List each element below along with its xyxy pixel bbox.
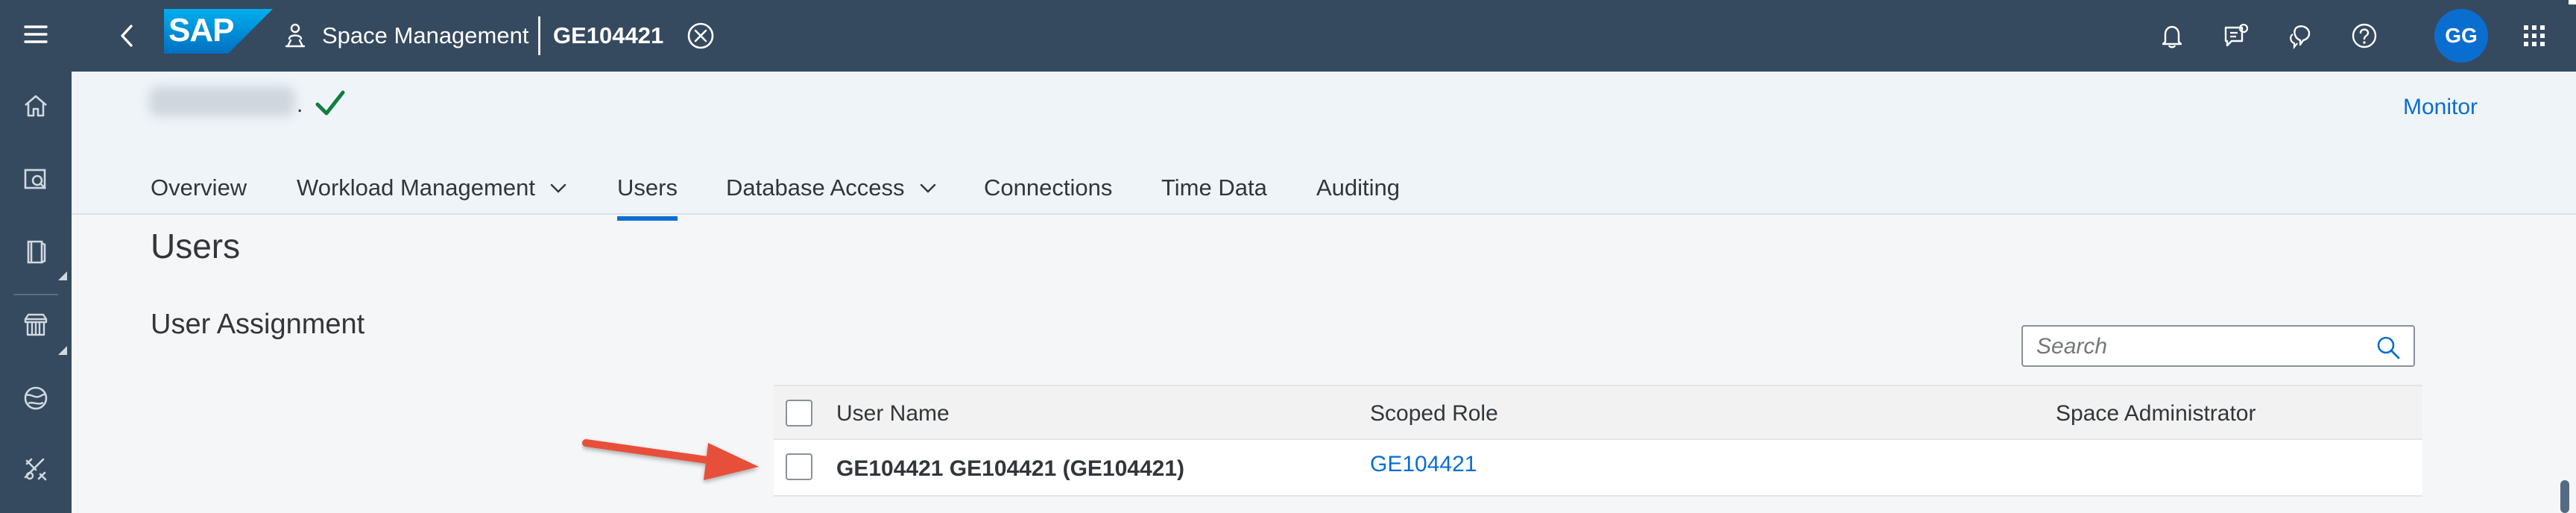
connections-icon (24, 386, 48, 410)
cell-user-name: GE104421 GE104421 (GE104421) (836, 456, 1185, 481)
nav-connections[interactable] (0, 370, 72, 427)
chat-button[interactable] (2282, 18, 2318, 54)
nav-admin-tools[interactable] (0, 441, 72, 498)
tab-overview-label: Overview (151, 174, 247, 201)
chevron-left-icon (121, 25, 133, 47)
help-button[interactable] (2346, 18, 2382, 54)
menu-toggle-button[interactable] (0, 6, 72, 63)
hamburger-icon (24, 25, 48, 43)
tab-database-access-label: Database Access (726, 174, 905, 201)
column-header-scoped-role[interactable]: Scoped Role (1370, 400, 1498, 428)
back-button[interactable] (109, 18, 145, 54)
marketplace-icon (24, 313, 48, 336)
column-header-space-administrator[interactable]: Space Administrator (2056, 400, 2255, 428)
monitor-button[interactable]: Monitor (2403, 92, 2478, 122)
annotation-arrow-icon (582, 439, 759, 480)
search-field[interactable] (2021, 325, 2415, 367)
table-header: User Name Scoped Role Space Administrato… (774, 385, 2422, 440)
expand-corner-indicator-2 (58, 346, 67, 355)
search-icon[interactable] (2375, 334, 2402, 361)
nav-marketplace[interactable] (0, 297, 72, 353)
space-title: GE104421 (553, 22, 664, 48)
rail-divider (13, 294, 58, 295)
app-title: Space Management (322, 22, 529, 48)
chevron-down-icon (920, 183, 935, 193)
tab-connections-label: Connections (984, 174, 1113, 201)
section-title: User Assignment (151, 309, 365, 340)
space-name-redacted (149, 86, 295, 116)
side-navigation (0, 0, 72, 513)
grid-icon (2524, 25, 2545, 46)
user-assignment-table: User Name Scoped Role Space Administrato… (774, 385, 2422, 497)
tab-workload-management-label: Workload Management (297, 174, 535, 201)
expand-corner-indicator (58, 271, 67, 280)
feedback-icon (2224, 23, 2249, 47)
close-space-icon[interactable] (686, 21, 716, 51)
window-corner-marker (2569, 0, 2576, 4)
chat-icon (2290, 25, 2311, 50)
page-scrollbar[interactable] (2560, 480, 2569, 513)
sap-logo-text: SAP (168, 12, 234, 48)
shell-bar: SAP Space Management GE104421 GG (72, 0, 2576, 72)
product-switch-button[interactable] (2516, 18, 2552, 54)
object-header: . Monitor Overview Workload Management U… (72, 72, 2576, 221)
home-icon (25, 95, 47, 117)
notifications-button[interactable] (2154, 18, 2190, 54)
nav-data-builder[interactable] (0, 151, 72, 207)
column-header-user-name[interactable]: User Name (836, 400, 950, 428)
table-row[interactable]: GE104421 GE104421 (GE104421) GE104421 (774, 440, 2422, 497)
select-all-checkbox[interactable] (786, 400, 812, 427)
nav-home[interactable] (0, 78, 72, 134)
data-builder-icon (24, 169, 46, 189)
feedback-button[interactable] (2218, 18, 2254, 54)
user-avatar[interactable]: GG (2434, 9, 2488, 63)
page-title: Users (151, 227, 241, 265)
header-divider (72, 213, 2576, 215)
business-builder-icon (27, 240, 46, 264)
tab-auditing-label: Auditing (1316, 174, 1401, 201)
space-management-icon (285, 23, 306, 48)
tab-time-data-label: Time Data (1161, 174, 1267, 201)
bell-icon (2162, 25, 2182, 48)
tab-users-label: Users (617, 174, 678, 201)
help-icon (2352, 23, 2377, 48)
title-separator (538, 16, 540, 55)
chevron-down-icon (550, 183, 566, 193)
search-input[interactable] (2036, 333, 2364, 361)
space-name-suffix: . (297, 92, 303, 117)
row-select-checkbox[interactable] (786, 453, 812, 480)
checkmark-icon (315, 90, 345, 116)
cell-scoped-role-link[interactable]: GE104421 (1370, 450, 1477, 479)
admin-tools-icon (24, 458, 47, 481)
